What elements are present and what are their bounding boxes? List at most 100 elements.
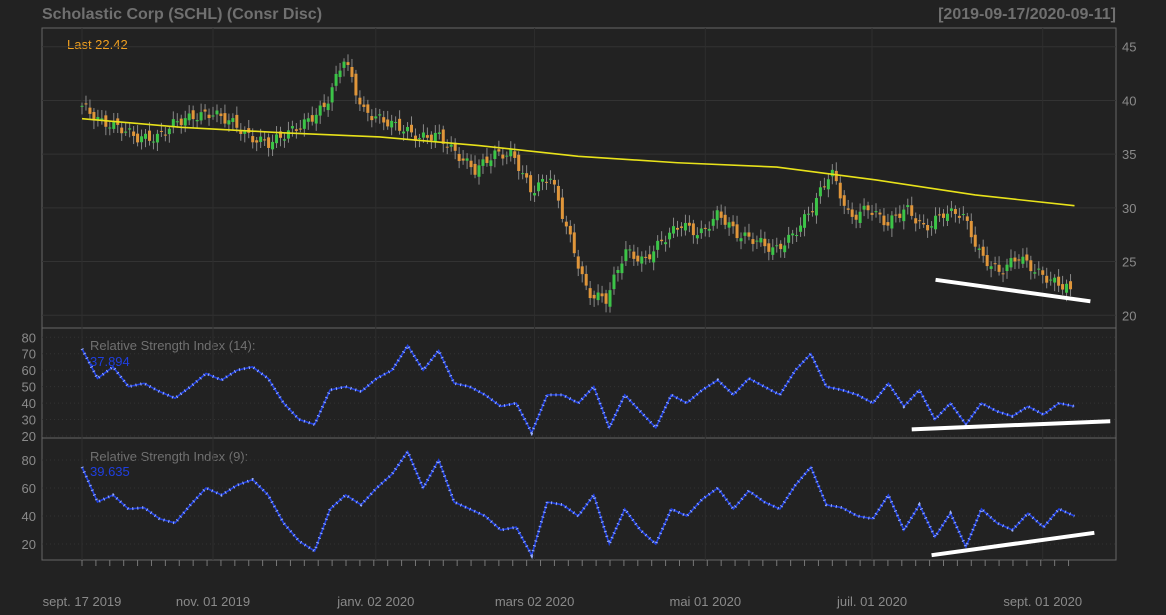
candle-body [398, 118, 402, 131]
candle-body [640, 256, 644, 264]
candle-body [612, 274, 616, 290]
candle-body [926, 224, 930, 231]
candle-body [664, 242, 668, 245]
candle-body [826, 179, 830, 190]
candle-body [207, 114, 211, 119]
candle-body [513, 151, 517, 158]
rsi9-value: 39.635 [90, 464, 130, 479]
x-tick-label: sept. 01 2020 [1003, 594, 1082, 609]
x-tick-label: sept. 17 2019 [43, 594, 122, 609]
candle-body [417, 138, 421, 140]
candle-body [80, 105, 84, 107]
candle-body [183, 118, 187, 126]
y-tick-label: 80 [22, 453, 36, 468]
candle-body [124, 131, 128, 133]
candle-body [775, 245, 779, 247]
candle-body [219, 113, 223, 117]
candle-body [255, 140, 259, 143]
candle-body [1009, 258, 1013, 268]
candle-body [374, 116, 378, 119]
candle-body [358, 97, 362, 105]
candle-body [251, 136, 255, 143]
candle-body [525, 173, 529, 178]
candle-body [1045, 275, 1049, 283]
candle-body [128, 128, 132, 130]
candle-body [1005, 264, 1009, 272]
candle-body [132, 131, 136, 136]
candle-body [481, 159, 485, 166]
candle-body [342, 61, 346, 68]
candle-body [632, 251, 636, 259]
candle-body [215, 110, 219, 115]
candle-body [366, 104, 370, 113]
candle-body [676, 227, 679, 230]
rsi14-title: Relative Strength Index (14): [90, 338, 255, 353]
candle-body [1041, 270, 1045, 275]
candle-body [763, 238, 767, 247]
candle-body [668, 232, 672, 240]
candle-body [564, 221, 568, 227]
candle-body [1025, 254, 1029, 261]
x-tick-label: juil. 01 2020 [836, 594, 907, 609]
candle-body [842, 195, 846, 206]
candle-body [318, 105, 322, 116]
candle-body [711, 218, 715, 226]
candle-body [275, 134, 279, 144]
candle-body [548, 178, 552, 180]
candle-body [191, 110, 195, 120]
candle-body [914, 218, 918, 224]
candle-body [588, 288, 592, 299]
y-tick-label: 25 [1122, 255, 1136, 270]
y-tick-label: 20 [22, 429, 36, 444]
candle-body [552, 179, 556, 185]
candle-body [791, 233, 795, 236]
y-tick-label: 50 [22, 380, 36, 395]
y-tick-label: 40 [22, 509, 36, 524]
candle-body [354, 73, 358, 96]
candle-body [350, 66, 354, 77]
candle-body [687, 222, 691, 226]
candle-body [259, 136, 263, 142]
candle-body [854, 214, 858, 220]
candle-body [112, 121, 116, 129]
candle-body [695, 235, 699, 239]
sma-line [81, 117, 1075, 207]
plot-frame [41, 27, 1117, 561]
candle-body [934, 215, 938, 230]
candle-body [981, 246, 985, 256]
candle-body [1017, 259, 1021, 261]
candle-body [88, 107, 92, 114]
candle-body [592, 294, 596, 299]
candle-body [179, 118, 183, 126]
candle-body [624, 249, 628, 261]
candle-body [739, 238, 743, 242]
candle-body [922, 222, 926, 225]
candle-body [949, 208, 953, 211]
candle-body [894, 214, 898, 216]
candle-body [378, 114, 382, 116]
candle-body [580, 266, 584, 275]
candle-body [120, 127, 124, 134]
candle-body [703, 227, 707, 229]
candle-body [302, 119, 306, 129]
candle-body [652, 251, 656, 263]
candle-body [449, 144, 453, 147]
y-tick-label: 30 [22, 413, 36, 428]
candle-body [402, 131, 406, 134]
candle-body [636, 255, 640, 262]
candle-body [699, 228, 703, 234]
candle-body [576, 256, 580, 269]
candle-body [735, 224, 739, 239]
candle-body [505, 155, 509, 157]
candle-body [175, 121, 179, 123]
candle-body [445, 146, 449, 148]
candle-body [533, 193, 537, 196]
candle-body [878, 212, 882, 215]
y-tick-label: 70 [22, 347, 36, 362]
candle-body [830, 169, 834, 177]
candle-body [390, 120, 394, 128]
candle-body [882, 215, 886, 226]
candle-body [282, 139, 286, 141]
y-tick-label: 45 [1122, 40, 1136, 55]
candle-body [795, 235, 799, 237]
